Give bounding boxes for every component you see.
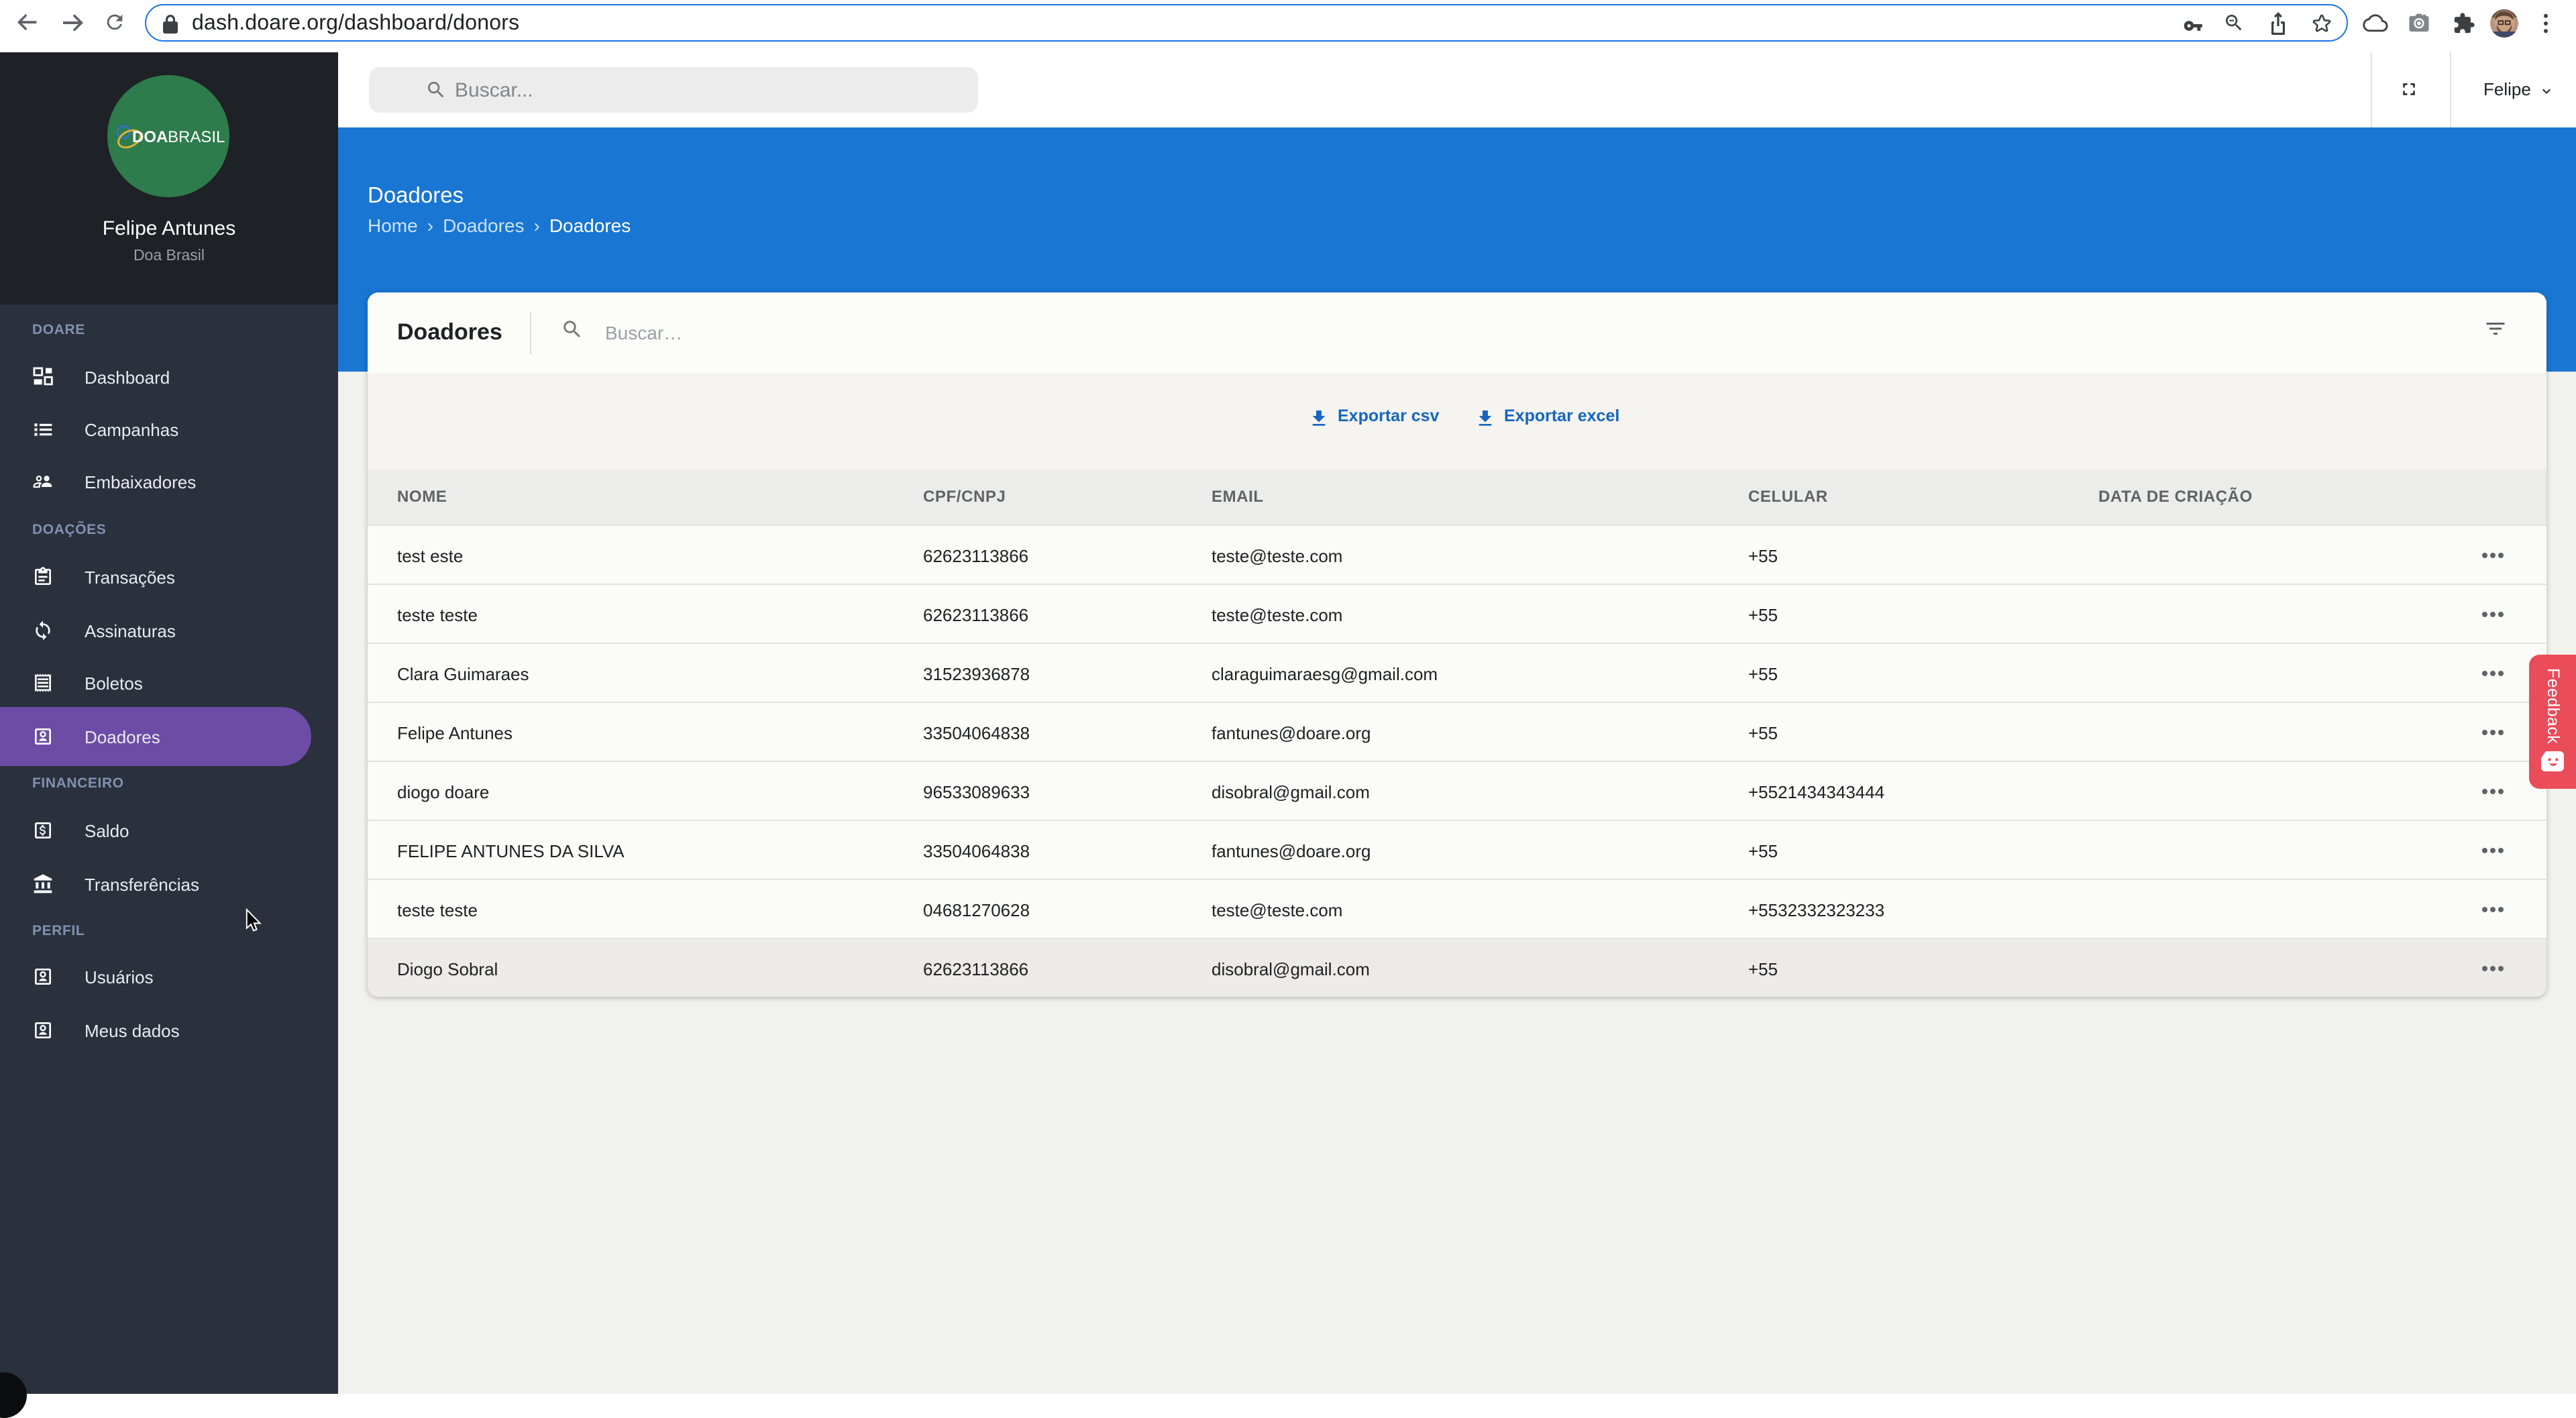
svg-text:DOA: DOA bbox=[132, 128, 168, 146]
svg-text:BRASIL: BRASIL bbox=[168, 128, 225, 146]
